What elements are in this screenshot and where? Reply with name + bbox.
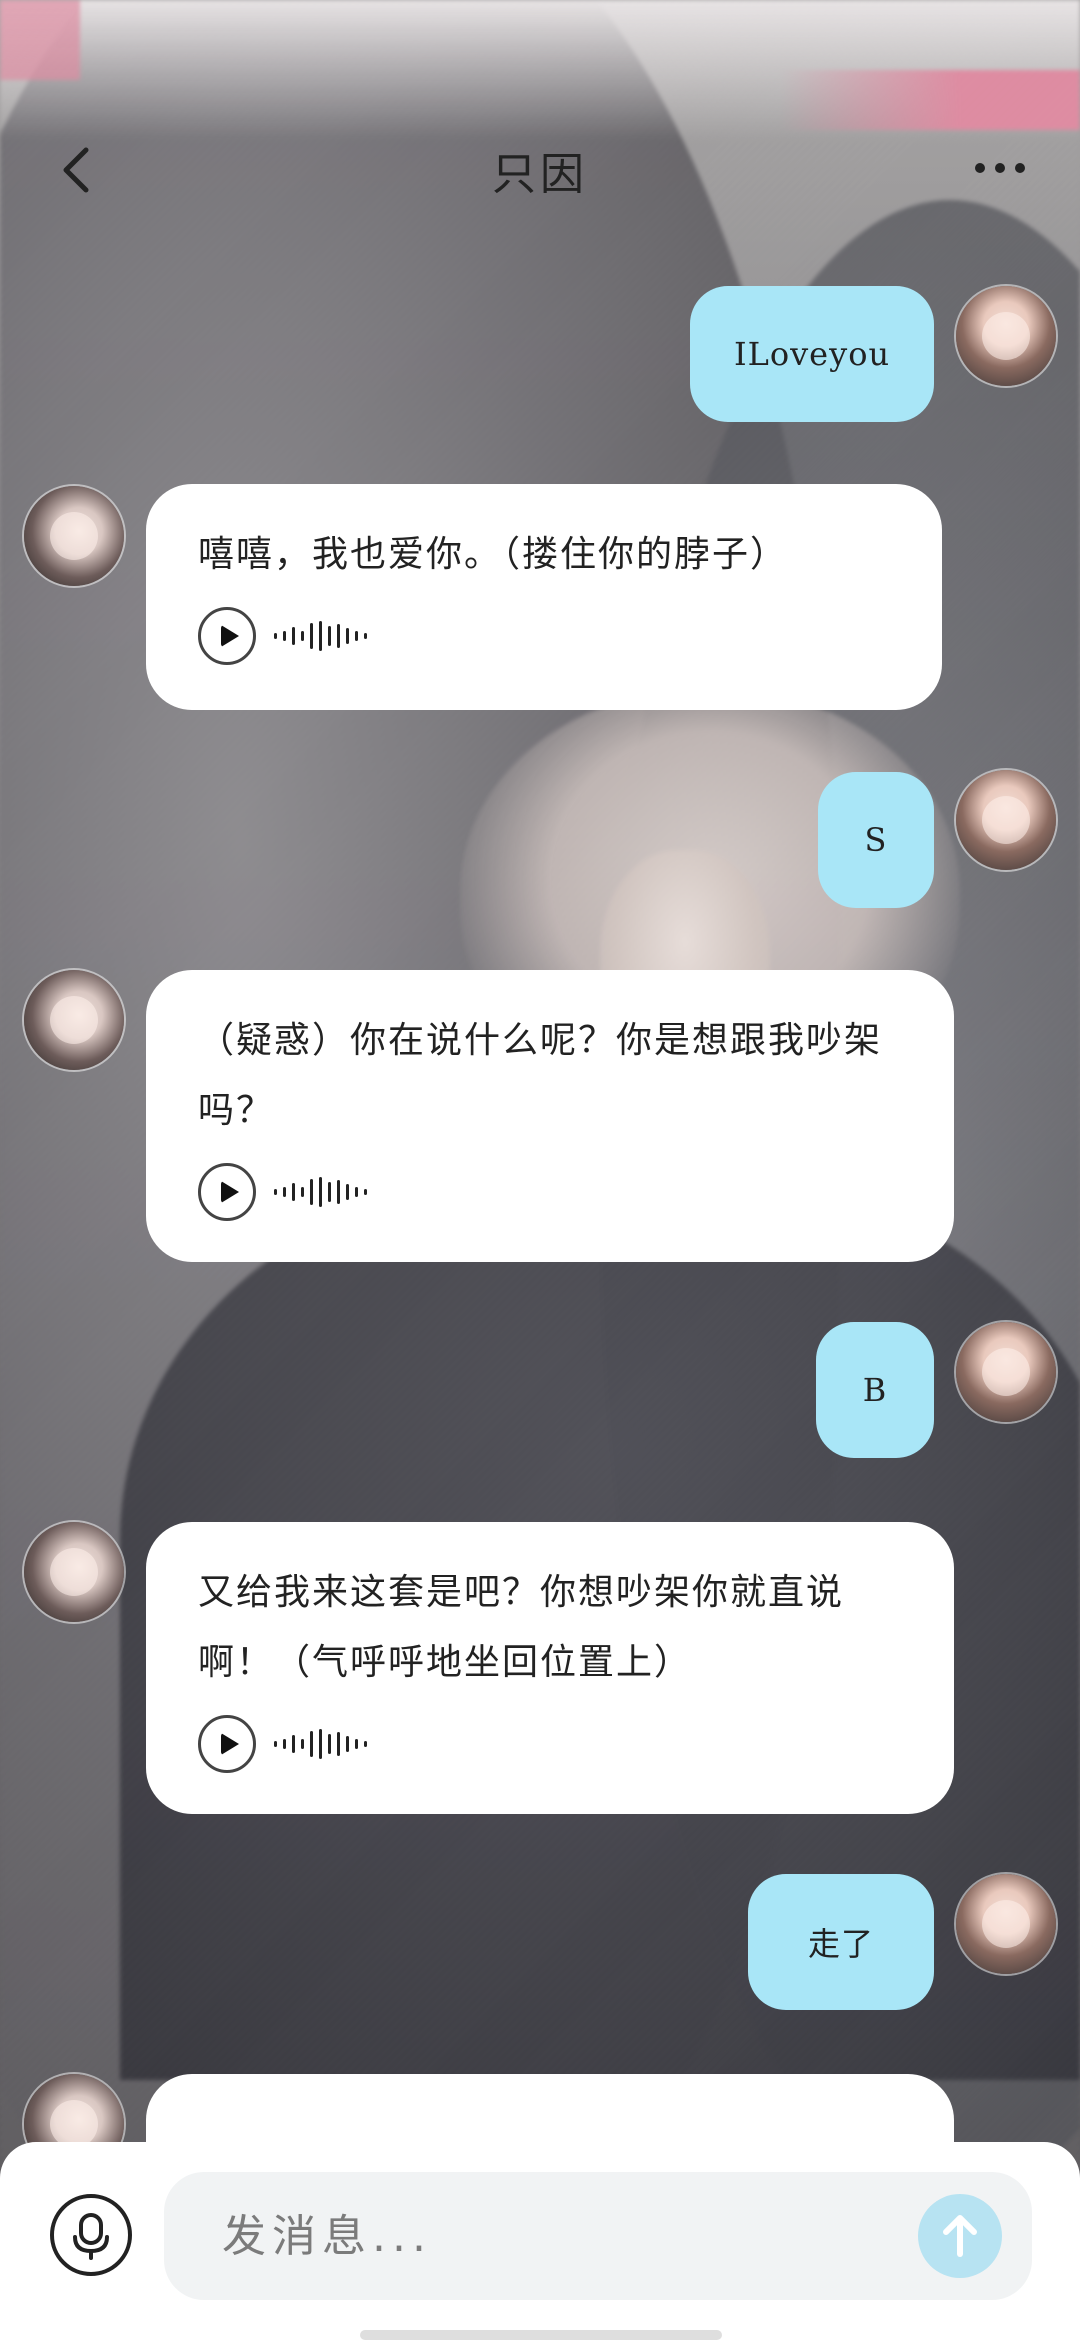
outgoing-message-bubble[interactable]: ILoveyou bbox=[690, 286, 934, 422]
message-text: ILoveyou bbox=[733, 335, 891, 373]
message-text: S bbox=[864, 821, 888, 859]
more-horizontal-icon[interactable] bbox=[970, 156, 1030, 180]
play-icon[interactable] bbox=[198, 1163, 256, 1221]
contact-avatar[interactable] bbox=[24, 970, 124, 1070]
message-input-field[interactable] bbox=[164, 2172, 1032, 2300]
send-button[interactable] bbox=[918, 2194, 1002, 2278]
contact-avatar[interactable] bbox=[24, 1522, 124, 1622]
play-icon[interactable] bbox=[198, 1715, 256, 1773]
message-text: 嘻嘻，我也爱你。（搂住你的脖子） bbox=[198, 534, 789, 575]
incoming-message-bubble[interactable]: 又给我来这套是吧？你想吵架你就直说啊！（气呼呼地坐回位置上） bbox=[146, 1522, 954, 1814]
message-input-bar bbox=[0, 2142, 1080, 2340]
chat-header: 只因 bbox=[0, 120, 1080, 220]
voice-message-player[interactable] bbox=[198, 1160, 904, 1224]
audio-waveform-icon bbox=[274, 1172, 367, 1212]
outgoing-message-bubble[interactable]: S bbox=[818, 772, 934, 908]
chat-screen: 只因 ILoveyou 嘻嘻，我也爱你。（搂住你的脖子） S （疑惑）你在说什么… bbox=[0, 0, 1080, 2340]
message-text: （疑惑）你在说什么呢？你是想跟我吵架吗？ bbox=[198, 1020, 883, 1131]
audio-waveform-icon bbox=[274, 1724, 367, 1764]
voice-message-player[interactable] bbox=[198, 1712, 904, 1776]
arrow-up-icon bbox=[943, 2215, 977, 2257]
message-text: 又给我来这套是吧？你想吵架你就直说啊！（气呼呼地坐回位置上） bbox=[198, 1572, 845, 1683]
outgoing-message-bubble[interactable]: B bbox=[816, 1322, 934, 1458]
incoming-message-bubble[interactable]: （疑惑）你在说什么呢？你是想跟我吵架吗？ bbox=[146, 970, 954, 1262]
my-avatar[interactable] bbox=[956, 286, 1056, 386]
my-avatar[interactable] bbox=[956, 1874, 1056, 1974]
incoming-message-bubble[interactable]: 嘻嘻，我也爱你。（搂住你的脖子） bbox=[146, 484, 942, 710]
audio-waveform-icon bbox=[274, 616, 367, 656]
my-avatar[interactable] bbox=[956, 1322, 1056, 1422]
chat-title: 只因 bbox=[492, 149, 588, 200]
voice-message-player[interactable] bbox=[198, 604, 892, 668]
microphone-icon[interactable] bbox=[50, 2194, 132, 2276]
message-input[interactable] bbox=[220, 2209, 824, 2263]
message-text: B bbox=[862, 1371, 888, 1409]
home-indicator[interactable] bbox=[360, 2330, 722, 2340]
play-icon[interactable] bbox=[198, 607, 256, 665]
message-text: 走了 bbox=[807, 1925, 874, 1963]
contact-avatar[interactable] bbox=[24, 486, 124, 586]
outgoing-message-bubble[interactable]: 走了 bbox=[748, 1874, 934, 2010]
my-avatar[interactable] bbox=[956, 770, 1056, 870]
